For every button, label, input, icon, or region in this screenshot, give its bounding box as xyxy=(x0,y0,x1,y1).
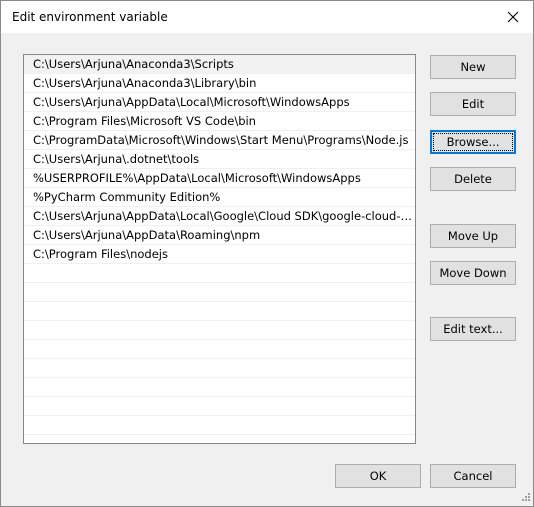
path-list-item[interactable]: C:\Users\Arjuna\Anaconda3\Library\bin xyxy=(24,74,415,93)
browse-button[interactable]: Browse... xyxy=(430,130,516,154)
browse-button-label: Browse... xyxy=(446,135,500,149)
empty-list-row[interactable] xyxy=(24,416,415,435)
close-button[interactable] xyxy=(493,1,533,33)
path-list-item[interactable]: C:\Program Files\nodejs xyxy=(24,245,415,264)
title-bar[interactable]: Edit environment variable xyxy=(1,1,533,33)
cancel-button[interactable]: Cancel xyxy=(430,464,516,488)
empty-list-row[interactable] xyxy=(24,435,415,443)
path-list-item[interactable]: C:\Users\Arjuna\AppData\Roaming\npm xyxy=(24,226,415,245)
path-list-item[interactable]: C:\Users\Arjuna\AppData\Local\Microsoft\… xyxy=(24,93,415,112)
empty-list-row[interactable] xyxy=(24,302,415,321)
empty-list-row[interactable] xyxy=(24,340,415,359)
path-list[interactable]: C:\Users\Arjuna\Anaconda3\Scripts C:\Use… xyxy=(23,54,416,444)
empty-list-row[interactable] xyxy=(24,359,415,378)
empty-list-row[interactable] xyxy=(24,378,415,397)
window-title: Edit environment variable xyxy=(12,10,168,24)
path-list-item[interactable]: %USERPROFILE%\AppData\Local\Microsoft\Wi… xyxy=(24,169,415,188)
edit-button[interactable]: Edit xyxy=(430,92,516,116)
move-down-button[interactable]: Move Down xyxy=(430,261,516,285)
edit-text-button[interactable]: Edit text... xyxy=(430,317,516,341)
close-icon xyxy=(507,11,519,23)
empty-list-row[interactable] xyxy=(24,321,415,340)
empty-list-row[interactable] xyxy=(24,264,415,283)
path-list-item[interactable]: C:\Users\Arjuna\.dotnet\tools xyxy=(24,150,415,169)
empty-list-row[interactable] xyxy=(24,283,415,302)
new-button[interactable]: New xyxy=(430,55,516,79)
edit-env-var-dialog: Edit environment variable C:\Users\Arjun… xyxy=(0,0,534,507)
delete-button[interactable]: Delete xyxy=(430,167,516,191)
path-list-item[interactable]: C:\Users\Arjuna\AppData\Local\Google\Clo… xyxy=(24,207,415,226)
path-list-item[interactable]: C:\ProgramData\Microsoft\Windows\Start M… xyxy=(24,131,415,150)
path-list-item[interactable]: C:\Program Files\Microsoft VS Code\bin xyxy=(24,112,415,131)
resize-grip-icon[interactable] xyxy=(519,492,531,504)
move-up-button[interactable]: Move Up xyxy=(430,224,516,248)
path-list-item[interactable]: C:\Users\Arjuna\Anaconda3\Scripts xyxy=(24,55,415,74)
empty-list-row[interactable] xyxy=(24,397,415,416)
path-list-item[interactable]: %PyCharm Community Edition% xyxy=(24,188,415,207)
ok-button[interactable]: OK xyxy=(335,464,421,488)
